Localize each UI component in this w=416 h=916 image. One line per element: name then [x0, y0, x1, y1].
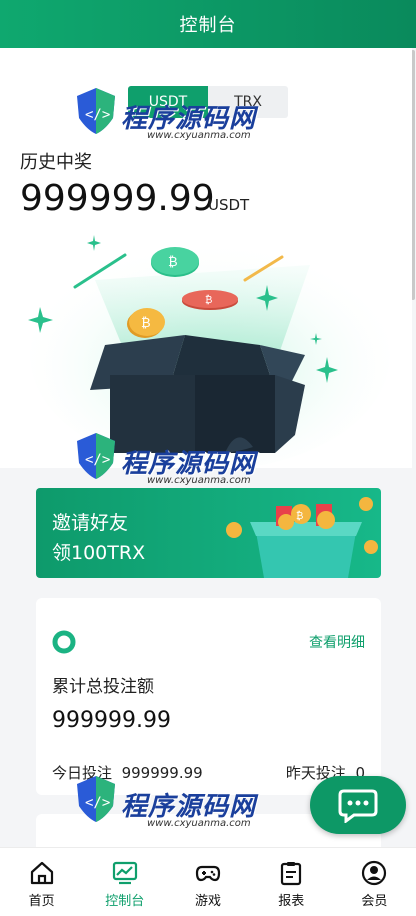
bet-summary-card: 查看明细 累计总投注额 999999.99 今日投注 999999.99 昨天投…	[36, 598, 381, 795]
total-bet-label: 累计总投注额	[52, 677, 154, 697]
dashboard-icon	[112, 861, 137, 885]
watermark-bottom: </> 程序源码网 www.cxyuanma.com	[75, 768, 265, 836]
nav-reports[interactable]: 报表	[250, 848, 333, 916]
nav-home-label: 首页	[28, 894, 55, 909]
watermark-url: www.cxyuanma.com	[147, 818, 251, 829]
nav-games-label: 游戏	[195, 894, 222, 909]
svg-text:</>: </>	[85, 795, 110, 811]
invite-friends-banner[interactable]: 邀请好友 领100TRX ₿	[36, 488, 381, 578]
watermark-url: www.cxyuanma.com	[147, 130, 251, 141]
customer-service-button[interactable]	[310, 776, 406, 834]
watermark-shield-icon: </>	[77, 88, 115, 134]
home-icon	[30, 861, 53, 885]
ring-icon	[52, 630, 76, 654]
nav-dashboard[interactable]: 控制台	[83, 848, 166, 916]
svg-text:₿: ₿	[141, 315, 151, 330]
nav-reports-label: 报表	[278, 894, 305, 909]
watermark-top: </> 程序源码网 www.cxyuanma.com	[75, 80, 265, 148]
watermark-middle: </> 程序源码网 www.cxyuanma.com	[75, 425, 265, 493]
gift-box-icon: ₿	[226, 497, 378, 578]
watermark-url: www.cxyuanma.com	[147, 475, 251, 486]
watermark-shield-icon: </>	[77, 433, 115, 479]
view-details-link[interactable]: 查看明细	[309, 632, 365, 652]
nav-home[interactable]: 首页	[0, 848, 83, 916]
svg-text:</>: </>	[85, 107, 110, 123]
svg-text:₿: ₿	[296, 510, 303, 522]
bottom-nav: 首页 控制台 游戏 报表 会员	[0, 847, 416, 916]
history-win-label: 历史中奖	[20, 152, 92, 173]
gamepad-icon	[195, 865, 221, 882]
chat-bubble-icon	[338, 789, 378, 823]
invite-title: 邀请好友	[52, 512, 129, 534]
watermark-shield-icon: </>	[77, 776, 115, 822]
nav-member-label: 会员	[361, 894, 388, 909]
nav-member[interactable]: 会员	[333, 848, 416, 916]
svg-text:</>: </>	[85, 452, 110, 468]
svg-text:₿: ₿	[205, 294, 212, 306]
history-win-amount: 999999.99	[20, 178, 215, 219]
header-bar: 控制台	[0, 0, 416, 48]
nav-dashboard-label: 控制台	[105, 894, 145, 909]
total-bet-value: 999999.99	[52, 708, 171, 733]
invite-reward: 领100TRX	[52, 542, 146, 564]
svg-text:₿: ₿	[168, 254, 178, 269]
report-icon	[281, 862, 302, 886]
user-icon	[362, 860, 387, 886]
history-win-unit: USDT	[208, 196, 250, 214]
nav-games[interactable]: 游戏	[166, 848, 249, 916]
page-title: 控制台	[179, 15, 237, 36]
